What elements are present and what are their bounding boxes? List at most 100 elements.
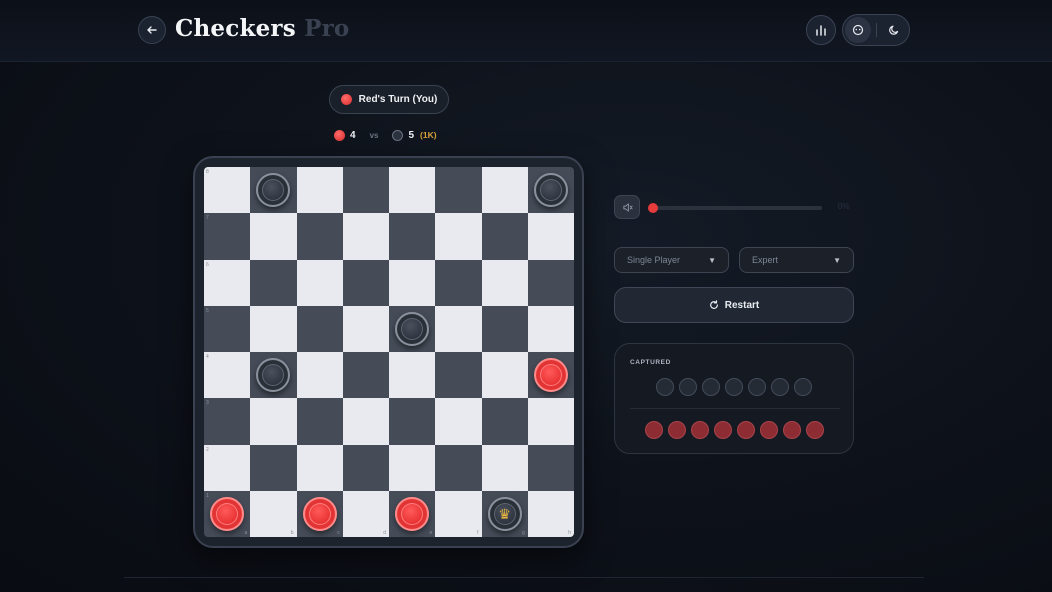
- board-square[interactable]: 5: [204, 305, 251, 352]
- board-square[interactable]: [342, 444, 389, 491]
- board-square[interactable]: [435, 444, 482, 491]
- board-square[interactable]: [389, 259, 436, 306]
- board-square[interactable]: [296, 398, 343, 445]
- red-piece[interactable]: [533, 358, 568, 393]
- back-button[interactable]: [138, 16, 166, 44]
- captured-divider: [630, 408, 840, 409]
- speaker-icon: [622, 202, 633, 212]
- board-square[interactable]: [527, 305, 574, 352]
- board-square[interactable]: [342, 398, 389, 445]
- board-square[interactable]: [389, 167, 436, 214]
- captured-panel: CAPTURED: [614, 343, 854, 454]
- board-square[interactable]: 8: [204, 167, 251, 214]
- board-square[interactable]: [527, 352, 574, 399]
- turn-indicator: Red's Turn (You): [329, 85, 449, 114]
- black-piece[interactable]: [533, 173, 568, 208]
- crown-icon: ♛: [498, 505, 511, 522]
- black-piece[interactable]: [256, 358, 291, 393]
- black-piece[interactable]: [395, 311, 430, 346]
- board-square[interactable]: [250, 167, 297, 214]
- board-square[interactable]: [435, 167, 482, 214]
- board-square[interactable]: [296, 213, 343, 260]
- board-square[interactable]: 2: [204, 444, 251, 491]
- gamepad-toggle[interactable]: [845, 17, 871, 43]
- board-square[interactable]: [250, 259, 297, 306]
- board-square[interactable]: [527, 398, 574, 445]
- board-square[interactable]: e: [389, 490, 436, 537]
- board-square[interactable]: [435, 398, 482, 445]
- theme-toggle[interactable]: [881, 17, 907, 43]
- board-square[interactable]: [296, 444, 343, 491]
- rank-label: 3: [206, 400, 209, 407]
- board-square[interactable]: [527, 259, 574, 306]
- board-square[interactable]: [296, 167, 343, 214]
- board-square[interactable]: [342, 305, 389, 352]
- board-square[interactable]: [435, 259, 482, 306]
- board-square[interactable]: [481, 305, 528, 352]
- board-square[interactable]: [481, 167, 528, 214]
- board-square[interactable]: [250, 213, 297, 260]
- board-square[interactable]: [481, 259, 528, 306]
- board-square[interactable]: 1a: [204, 490, 251, 537]
- board-square[interactable]: [435, 213, 482, 260]
- board-square[interactable]: [296, 259, 343, 306]
- gamepad-icon: [852, 24, 864, 36]
- board-square[interactable]: c: [296, 490, 343, 537]
- board-square[interactable]: [389, 444, 436, 491]
- board-square[interactable]: [342, 213, 389, 260]
- board-square[interactable]: [342, 352, 389, 399]
- board-square[interactable]: h: [527, 490, 574, 537]
- board-square[interactable]: [250, 305, 297, 352]
- board-square[interactable]: 7: [204, 213, 251, 260]
- board-square[interactable]: [481, 213, 528, 260]
- volume-slider-track[interactable]: [650, 206, 822, 210]
- restart-label: Restart: [724, 299, 760, 311]
- red-piece[interactable]: [395, 496, 430, 531]
- mode-toggle[interactable]: [842, 14, 910, 46]
- captured-red-piece: [644, 421, 663, 439]
- black-piece[interactable]: [256, 173, 291, 208]
- board-square[interactable]: [250, 352, 297, 399]
- captured-black-piece: [771, 378, 789, 396]
- volume-button[interactable]: [614, 195, 640, 219]
- black-king-piece[interactable]: ♛: [487, 496, 522, 531]
- board-square[interactable]: 4: [204, 352, 251, 399]
- board-square[interactable]: [342, 259, 389, 306]
- board-square[interactable]: [481, 398, 528, 445]
- board-square[interactable]: f: [435, 490, 482, 537]
- board-square[interactable]: 3: [204, 398, 251, 445]
- board-square[interactable]: [389, 398, 436, 445]
- board-square[interactable]: [389, 213, 436, 260]
- red-piece[interactable]: [210, 496, 245, 531]
- board-square[interactable]: [481, 352, 528, 399]
- captured-red-piece: [759, 421, 778, 439]
- moon-icon: [889, 25, 899, 35]
- board-square[interactable]: b: [250, 490, 297, 537]
- red-piece[interactable]: [302, 496, 337, 531]
- board-square[interactable]: [435, 352, 482, 399]
- board-square[interactable]: [389, 352, 436, 399]
- board-square[interactable]: [527, 167, 574, 214]
- stats-button[interactable]: [806, 15, 836, 45]
- checkers-board[interactable]: 8 7 6 5 4 3 2 1 a b c d e f g ♛ h: [204, 167, 574, 537]
- board-square[interactable]: [527, 213, 574, 260]
- board-square[interactable]: [435, 305, 482, 352]
- footer-divider: [124, 577, 924, 578]
- board-square[interactable]: 6: [204, 259, 251, 306]
- board-square[interactable]: [527, 444, 574, 491]
- chevron-down-icon: ▼: [833, 255, 841, 265]
- board-square[interactable]: [296, 352, 343, 399]
- board-square[interactable]: g ♛: [481, 490, 528, 537]
- file-label: c: [337, 530, 340, 536]
- difficulty-select[interactable]: Expert ▼: [739, 247, 854, 273]
- restart-button[interactable]: Restart: [614, 287, 854, 323]
- volume-slider-thumb[interactable]: [648, 203, 658, 213]
- board-square[interactable]: d: [342, 490, 389, 537]
- board-square[interactable]: [250, 398, 297, 445]
- board-square[interactable]: [389, 305, 436, 352]
- board-square[interactable]: [296, 305, 343, 352]
- mode-select[interactable]: Single Player ▼: [614, 247, 729, 273]
- board-square[interactable]: [250, 444, 297, 491]
- board-square[interactable]: [481, 444, 528, 491]
- board-square[interactable]: [342, 167, 389, 214]
